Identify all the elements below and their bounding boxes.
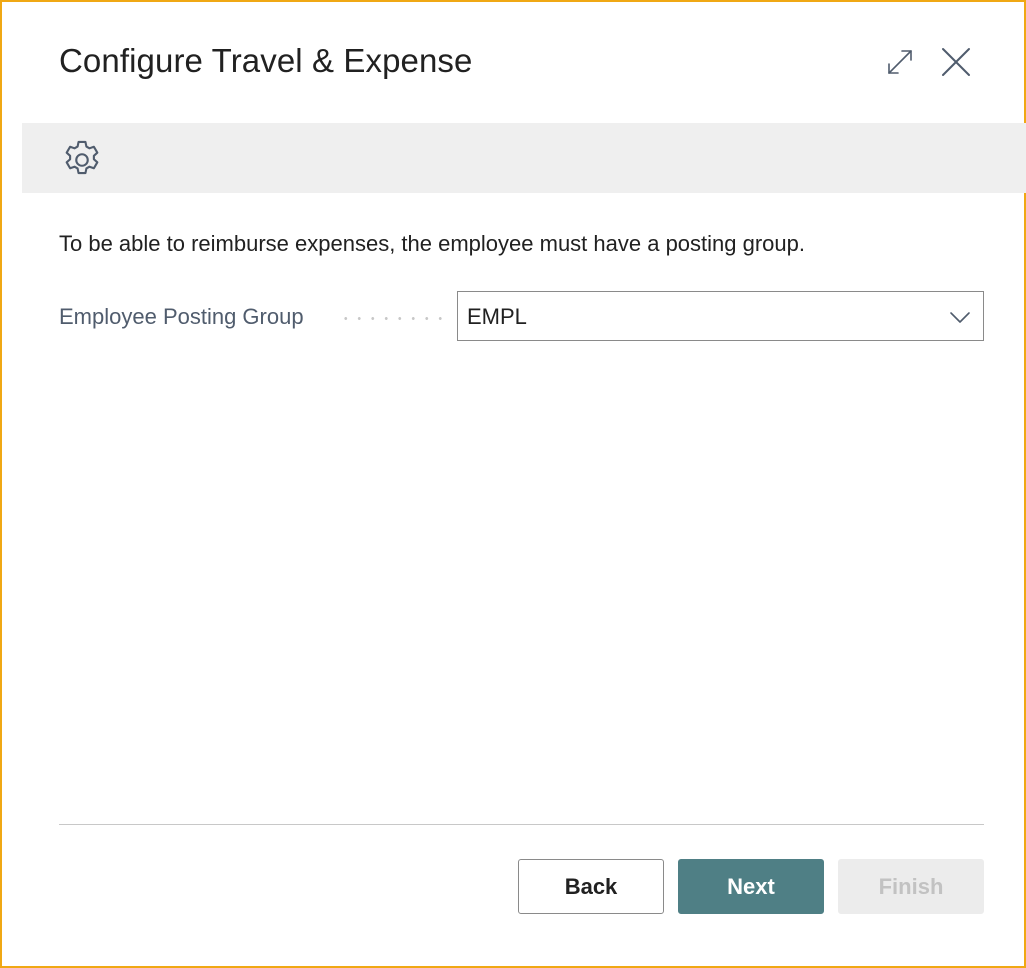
- footer-divider: [59, 824, 984, 825]
- back-button[interactable]: Back: [518, 859, 664, 914]
- next-button[interactable]: Next: [678, 859, 824, 914]
- label-dot-leader: [339, 317, 447, 320]
- chevron-down-icon: [950, 312, 970, 323]
- dialog-title: Configure Travel & Expense: [59, 42, 473, 79]
- action-bar: [22, 123, 1026, 193]
- employee-posting-group-value: EMPL: [467, 304, 527, 329]
- employee-posting-group-select[interactable]: EMPL: [457, 291, 984, 341]
- configure-dialog: Configure Travel & Expense To be able to: [0, 0, 1026, 968]
- employee-posting-group-label: Employee Posting Group: [59, 304, 304, 329]
- settings-button[interactable]: [58, 136, 106, 184]
- expand-button[interactable]: [882, 44, 918, 80]
- finish-button: Finish: [838, 859, 984, 914]
- expand-diagonal-icon: [888, 50, 912, 74]
- gear-icon: [65, 140, 99, 175]
- close-button[interactable]: [936, 42, 976, 82]
- close-icon: [942, 48, 970, 76]
- instruction-text: To be able to reimburse expenses, the em…: [59, 231, 806, 256]
